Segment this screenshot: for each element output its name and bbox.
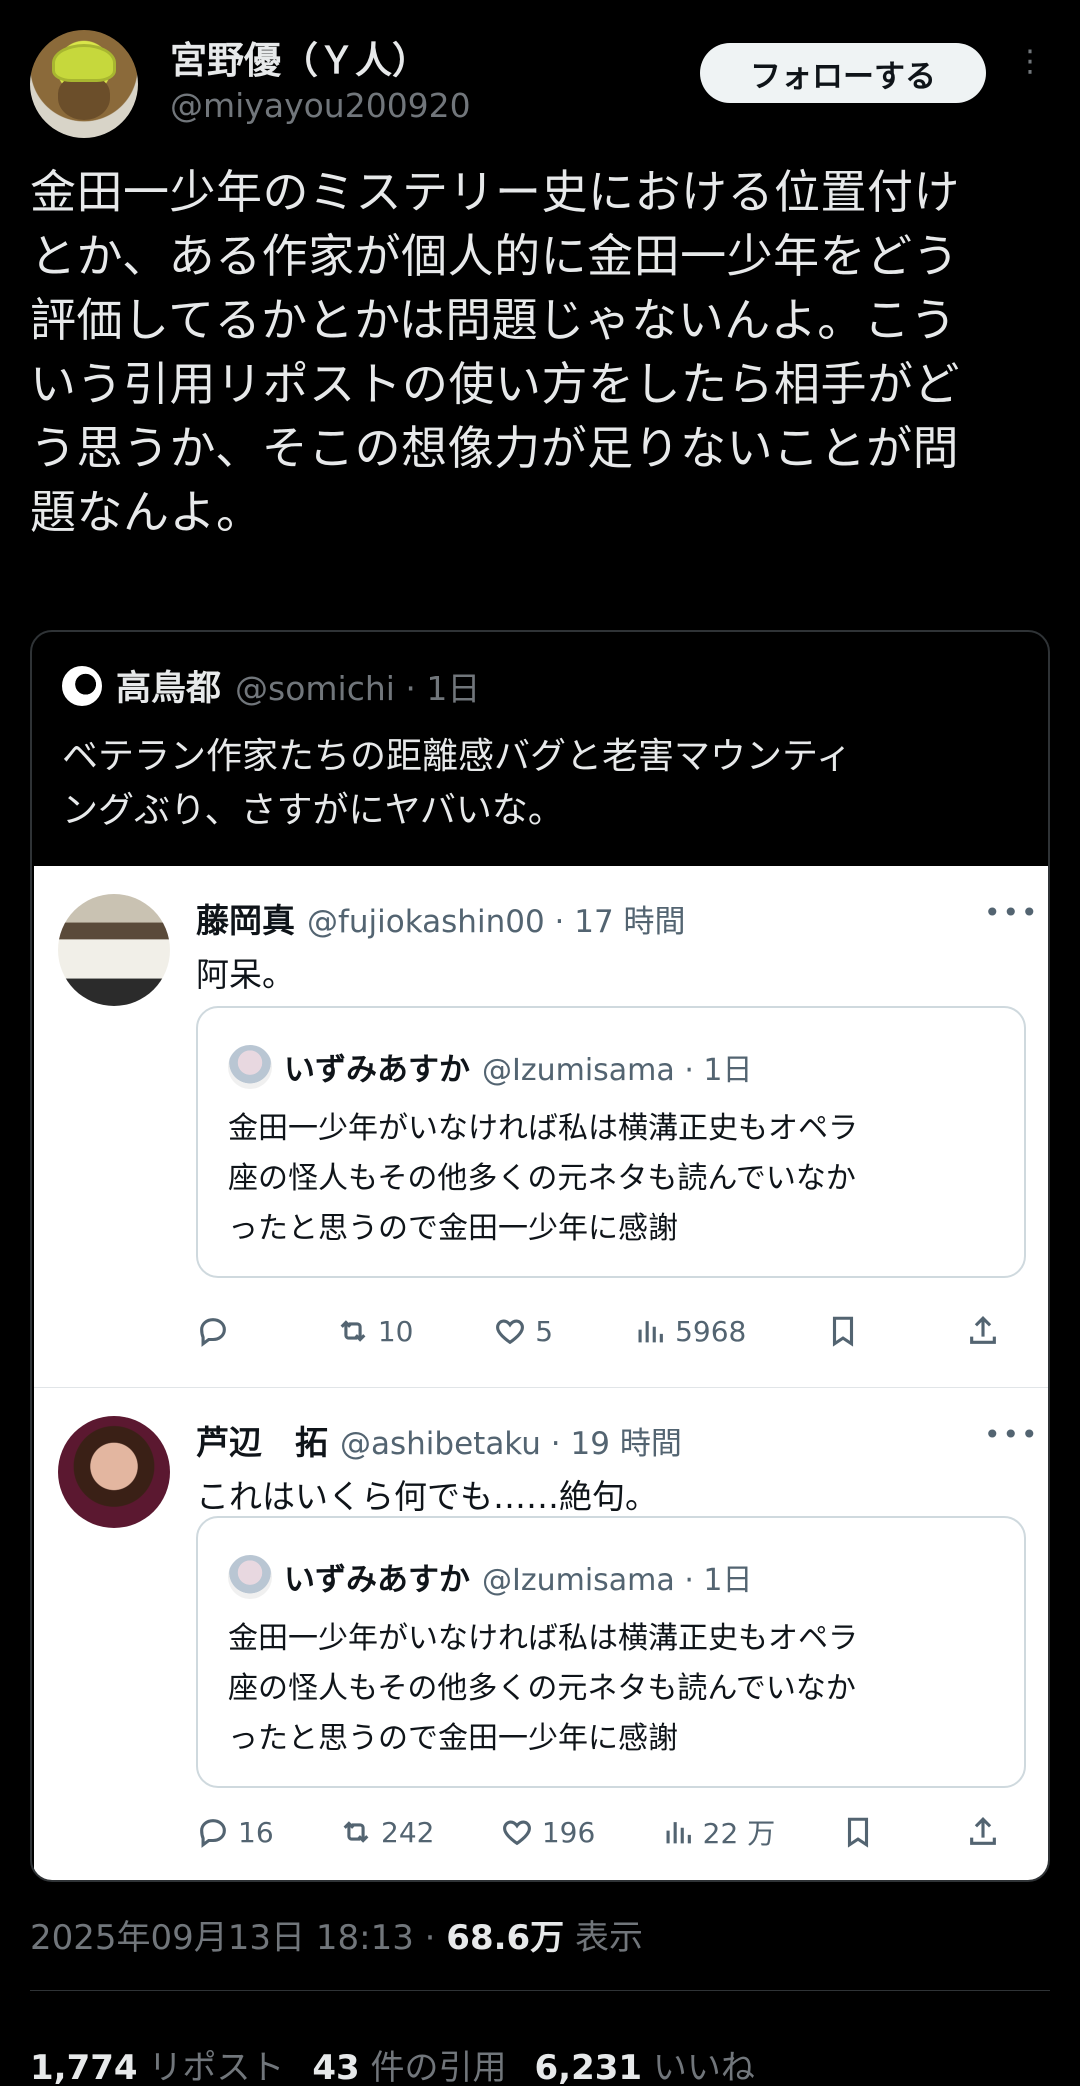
repost-icon [343,1821,369,1843]
more-icon: ••• [984,896,1040,929]
share-icon [970,1316,996,1344]
avatar-face [58,76,110,120]
more-icon: ••• [984,1418,1040,1451]
quoted-author-meta: @somichi · 1日 [235,668,481,708]
nested-quote: いずみあすか @Izumisama · 1日 金田一少年がいなければ私は横溝正史… [196,1006,1026,1278]
quoted-tweet-text: ベテラン作家たちの距離感バグと老害マウンティ ングぶり、さすがにヤバいな。 [62,736,852,831]
heart-icon [502,1820,531,1846]
author-name[interactable]: 宮野優（Ｙ人） [170,30,429,84]
list-item: 芦辺 拓 @ashibetaku · 19 時間 ••• これはいくら何でも……… [34,1388,1048,1880]
views-count: 22 万 [702,1817,776,1850]
reply-author-name: 芦辺 拓 [196,1423,328,1462]
reply-icon [200,1318,226,1347]
share-action [966,1314,1026,1348]
repost-count: 10 [377,1314,414,1348]
views-action: 5968 [633,1314,746,1348]
quoted-author-avatar [62,665,102,706]
tweet-text: 金田一少年のミステリー史における位置付け とか、ある作家が個人的に金田一少年をど… [30,165,960,539]
author-avatar[interactable] [30,30,138,138]
views-count: 5968 [675,1314,747,1348]
heart-icon [496,1319,525,1345]
nested-quote-header: いずみあすか @Izumisama · 1日 [228,1044,752,1089]
repost-count: 242 [381,1815,435,1849]
reposts-count: 1,774 [30,2048,138,2086]
avatar [58,894,170,1006]
share-icon [970,1817,996,1845]
avatar [58,1416,170,1528]
tweet-header: 宮野優（Ｙ人） @miyayou200920 フォローする ⋮ [0,0,1080,150]
like-count: 5 [535,1314,554,1348]
reply-text: 阿呆。 [196,955,295,994]
likes-label: いいね [652,2048,755,2086]
reposts-label: リポスト [148,2048,285,2086]
quoted-author-name: 高鳥都 [116,669,222,709]
repost-action: 10 [336,1314,414,1348]
reply-author-meta: @ashibetaku · 19 時間 [340,1426,682,1462]
quotes-label: 件の引用 [370,2048,507,2086]
attached-screenshot[interactable]: 藤岡真 @fujiokashin00 · 17 時間 ••• 阿呆。 いずみあす… [34,866,1048,1880]
reply-action [196,1314,256,1348]
engagement-stats: 1,774 リポスト 43 件の引用 6,231 いいね [30,2040,755,2086]
nested-author-meta: @Izumisama · 1日 [482,1562,753,1598]
timestamp-text: 2025年09月13日 18:13 · [30,1918,447,1958]
quoted-tweet-header: 高鳥都 @somichi · 1日 [62,660,480,711]
bookmark-action [841,1815,901,1849]
views-action: 22 万 [661,1812,776,1852]
bookmark-action [826,1314,886,1348]
action-bar: 16 242 196 22 万 [196,1812,1026,1852]
share-action [966,1815,1026,1849]
reply-count: 16 [238,1815,274,1849]
like-action: 5 [493,1314,553,1348]
views-icon [638,1321,663,1343]
views-total: 68.6万 [446,1918,565,1958]
author-handle[interactable]: @miyayou200920 [170,86,471,125]
reply-header: 芦辺 拓 @ashibetaku · 19 時間 [196,1416,682,1464]
nested-avatar [228,1044,272,1089]
like-count: 196 [541,1815,596,1849]
reposts-stat[interactable]: 1,774 リポスト [30,2040,284,2086]
like-action: 196 [500,1815,595,1849]
quotes-stat[interactable]: 43 件の引用 [312,2040,506,2086]
nested-quote-text: 金田一少年がいなければ私は横溝正史もオペラ 座の怪人もその他多くの元ネタも読んで… [228,1111,858,1246]
likes-stat[interactable]: 6,231 いいね [535,2040,755,2086]
reply-action: 16 [196,1815,274,1849]
repost-action: 242 [339,1815,434,1849]
divider [30,1990,1050,1991]
reply-author-meta: @fujiokashin00 · 17 時間 [307,904,686,940]
action-bar: 10 5 5968 [196,1314,1026,1348]
nested-quote-text: 金田一少年がいなければ私は横溝正史もオペラ 座の怪人もその他多くの元ネタも読んで… [228,1621,858,1756]
reply-text: これはいくら何でも……絶句。 [196,1477,658,1516]
nested-avatar [228,1554,272,1599]
reply-icon [200,1819,226,1848]
reply-header: 藤岡真 @fujiokashin00 · 17 時間 [196,894,686,942]
bookmark-icon [833,1316,854,1347]
views-label: 表示 [564,1918,643,1958]
more-options-icon[interactable]: ⋮ [1010,47,1050,92]
avatar-hat [52,44,116,82]
views-icon [666,1822,691,1844]
repost-icon [340,1320,366,1342]
likes-count: 6,231 [534,2048,643,2086]
tweet-timestamp[interactable]: 2025年09月13日 18:13 · 68.6万 表示 [30,1910,643,1959]
nested-author-meta: @Izumisama · 1日 [482,1052,753,1088]
reply-author-name: 藤岡真 [196,901,295,940]
nested-author-name: いずみあすか [284,1052,470,1088]
nested-quote-header: いずみあすか @Izumisama · 1日 [228,1554,752,1599]
list-item: 藤岡真 @fujiokashin00 · 17 時間 ••• 阿呆。 いずみあす… [34,866,1048,1388]
follow-button[interactable]: フォローする [700,43,986,103]
quoted-tweet[interactable]: 高鳥都 @somichi · 1日 ベテラン作家たちの距離感バグと老害マウンティ… [30,630,1050,1882]
nested-author-name: いずみあすか [284,1562,470,1598]
bookmark-icon [847,1817,868,1848]
nested-quote: いずみあすか @Izumisama · 1日 金田一少年がいなければ私は横溝正史… [196,1516,1026,1788]
quotes-count: 43 [312,2048,360,2086]
